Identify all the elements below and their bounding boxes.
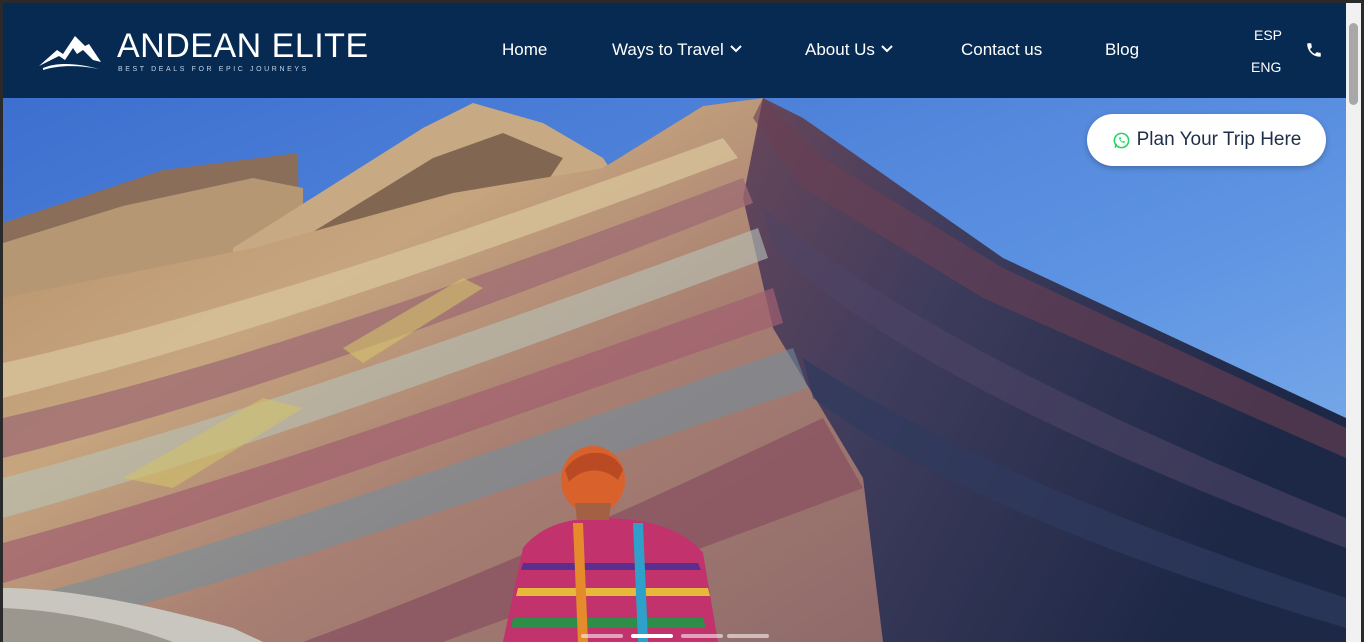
chevron-down-icon [730, 45, 742, 53]
nav-contact-us-label: Contact us [961, 40, 1043, 59]
slide-indicator-1[interactable] [581, 634, 623, 638]
nav-home-label: Home [502, 40, 548, 59]
page-scrollbar[interactable] [1346, 3, 1361, 642]
nav-ways-to-travel[interactable]: Ways to Travel [612, 39, 742, 61]
phone-icon[interactable] [1305, 41, 1323, 59]
nav-home[interactable]: Home [502, 39, 547, 61]
slide-indicator-4[interactable] [727, 634, 769, 638]
site-header: ANDEAN ELITE BEST DEALS FOR EPIC JOURNEY… [3, 3, 1346, 98]
chevron-down-icon [881, 45, 893, 53]
slider-indicators [581, 634, 771, 638]
nav-contact-us[interactable]: Contact us [961, 39, 1042, 61]
language-esp[interactable]: ESP [1254, 26, 1282, 44]
whatsapp-icon [1113, 132, 1130, 148]
scrollbar-thumb[interactable] [1349, 23, 1358, 105]
mountain-peak-icon [39, 36, 101, 70]
language-eng[interactable]: ENG [1251, 58, 1281, 76]
nav-blog[interactable]: Blog [1105, 39, 1139, 61]
plan-trip-button[interactable]: Plan Your Trip Here [1087, 114, 1326, 166]
browser-viewport: ANDEAN ELITE BEST DEALS FOR EPIC JOURNEY… [3, 3, 1346, 642]
hero-banner: Plan Your Trip Here [3, 98, 1346, 642]
slide-indicator-2[interactable] [631, 634, 673, 638]
nav-blog-label: Blog [1105, 40, 1140, 59]
nav-about-us-label: About Us [805, 40, 875, 59]
nav-about-us[interactable]: About Us [805, 39, 893, 61]
brand-tagline: BEST DEALS FOR EPIC JOURNEYS [118, 66, 309, 73]
slide-indicator-3[interactable] [681, 634, 723, 638]
rainbow-mountain-image [3, 98, 1346, 642]
brand-logo[interactable]: ANDEAN ELITE BEST DEALS FOR EPIC JOURNEY… [37, 27, 397, 78]
brand-name: ANDEAN ELITE [117, 27, 369, 65]
plan-trip-label: Plan Your Trip Here [1136, 129, 1302, 150]
nav-ways-to-travel-label: Ways to Travel [612, 40, 724, 59]
